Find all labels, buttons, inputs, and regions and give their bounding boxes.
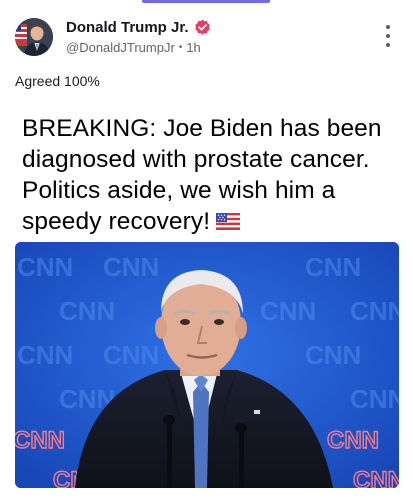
quoted-post-text: BREAKING: Joe Biden has been diagnosed w… <box>22 113 402 237</box>
quoted-post-text-content: BREAKING: Joe Biden has been diagnosed w… <box>22 115 382 235</box>
meta-separator: • <box>178 42 183 53</box>
watermark-logo: CNN <box>305 340 361 370</box>
watermark-logo: CNN <box>17 340 73 370</box>
watermark-logo-red: CNN <box>327 427 379 454</box>
watermark-logo: CNN <box>260 296 316 326</box>
post-time[interactable]: 1h <box>186 40 200 55</box>
author-handle[interactable]: @DonaldJTrumpJr <box>66 40 175 55</box>
watermark-logo: CNN <box>17 252 73 282</box>
more-vertical-icon[interactable] <box>385 25 391 47</box>
watermark-logo: CNN <box>103 340 159 370</box>
watermark-logo: CNN <box>305 252 361 282</box>
post-image[interactable]: CNN CNN CNN CNN CNN CNN CNN CNN CNN CNN … <box>15 242 399 488</box>
us-flag-icon <box>216 213 241 230</box>
watermark-logo-red: CNN <box>353 467 399 488</box>
watermark-logo: CNN <box>350 296 399 326</box>
watermark-logo-red: CNN <box>15 427 65 454</box>
watermark-logo: CNN <box>350 384 399 414</box>
author-row: Donald Trump Jr. <box>66 19 211 36</box>
watermark-logo: CNN <box>59 296 115 326</box>
watermark-logo: CNN <box>103 252 159 282</box>
avatar[interactable] <box>15 18 53 56</box>
post-comment: Agreed 100% <box>15 73 100 89</box>
author-meta: @DonaldJTrumpJr • 1h <box>66 40 201 55</box>
post-card: Donald Trump Jr. @DonaldJTrumpJr • 1h Ag… <box>0 0 413 500</box>
verified-badge-icon <box>194 19 210 35</box>
author-name[interactable]: Donald Trump Jr. <box>66 19 189 36</box>
